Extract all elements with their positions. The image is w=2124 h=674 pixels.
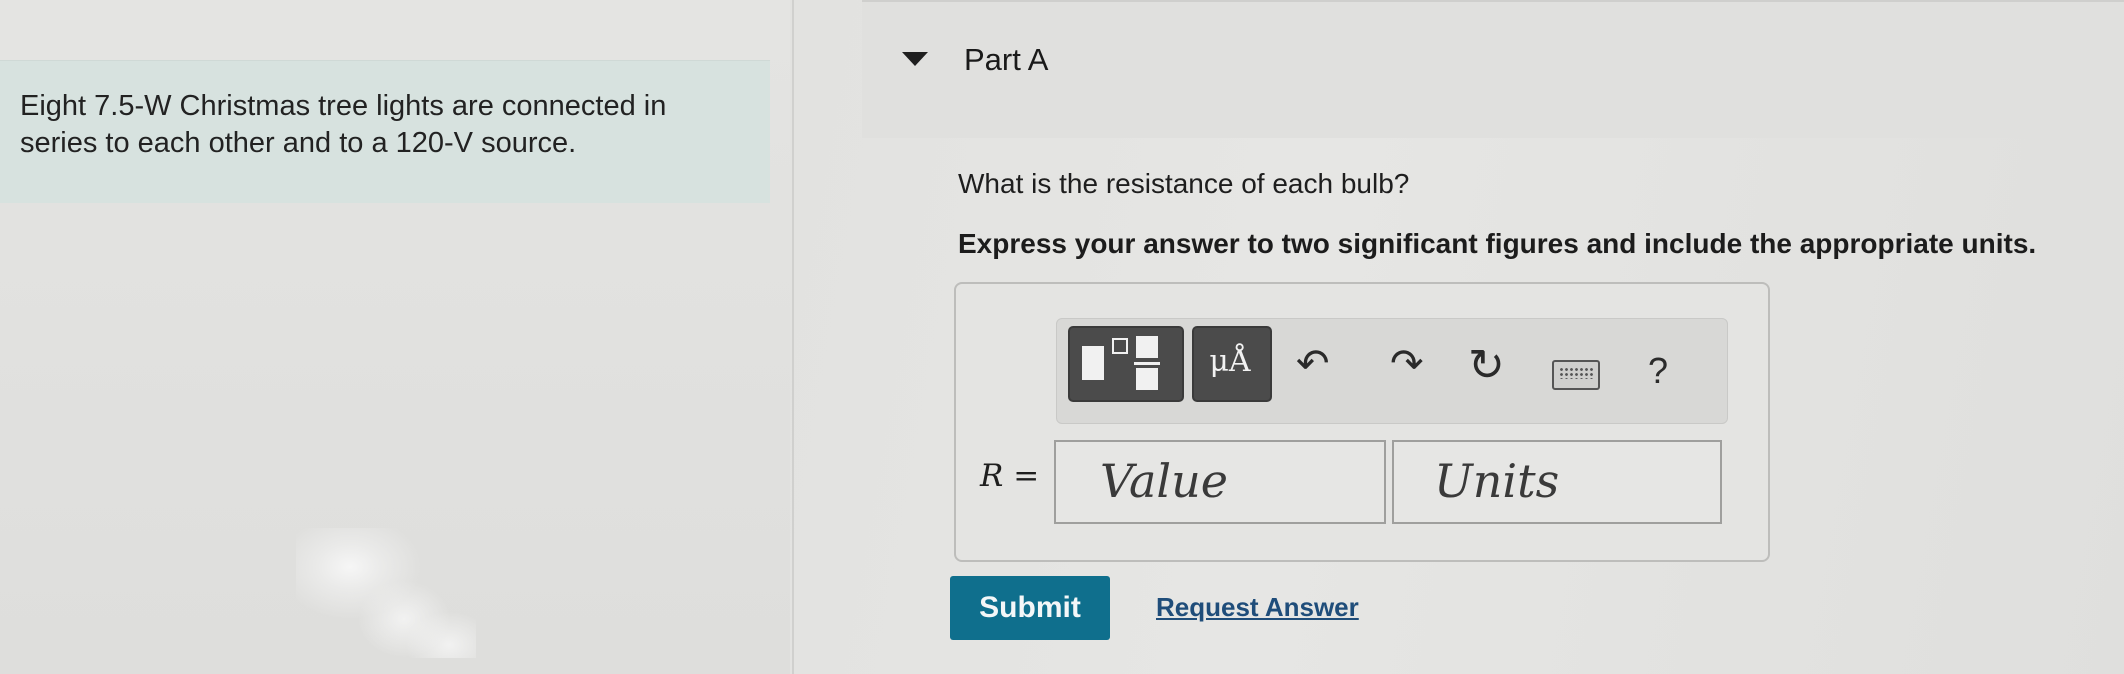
request-answer-link[interactable]: Request Answer [1156, 592, 1359, 623]
value-input[interactable]: Value [1054, 440, 1386, 524]
pane-divider [792, 0, 794, 674]
instruction-text: Express your answer to two significant f… [958, 228, 2037, 259]
reset-icon[interactable]: ↻ [1468, 344, 1505, 388]
undo-icon[interactable]: ↶ [1296, 344, 1330, 384]
problem-line-2: series to each other and to a 120-V sour… [20, 127, 577, 159]
question-text: What is the resistance of each bulb? [958, 168, 1410, 199]
keyboard-icon[interactable] [1552, 360, 1600, 390]
units-input[interactable]: Units [1392, 440, 1722, 524]
collapse-arrow-icon[interactable] [902, 52, 928, 66]
equals-sign: = [1003, 458, 1040, 494]
units-placeholder: Units [1434, 454, 1560, 508]
variable-symbol: R [980, 458, 1004, 494]
redo-icon[interactable]: ↷ [1390, 344, 1424, 384]
templates-button[interactable] [1068, 326, 1184, 402]
screen-glare [296, 528, 476, 658]
part-title[interactable]: Part A [964, 42, 1048, 78]
value-placeholder: Value [1100, 454, 1228, 508]
part-header[interactable] [862, 0, 2124, 138]
variable-label: R = [980, 458, 1039, 494]
submit-button[interactable]: Submit [950, 576, 1110, 640]
problem-line-1: Eight 7.5-W Christmas tree lights are co… [20, 90, 667, 122]
units-icon[interactable]: μÅ [1192, 332, 1268, 392]
problem-statement: Eight 7.5-W Christmas tree lights are co… [20, 88, 760, 162]
help-icon[interactable]: ? [1648, 350, 1668, 392]
